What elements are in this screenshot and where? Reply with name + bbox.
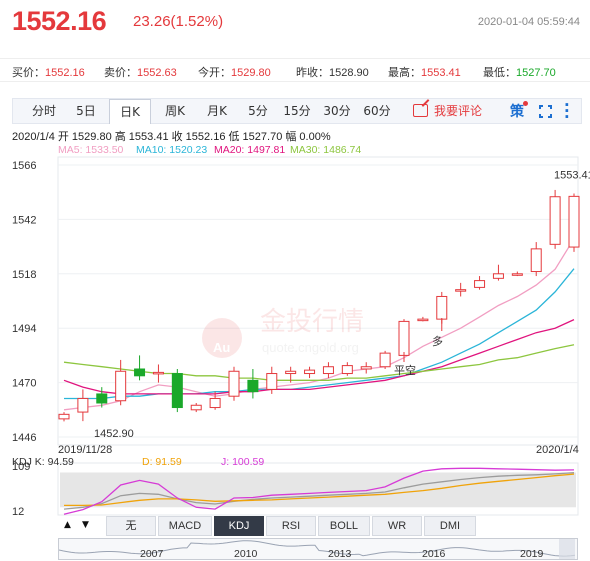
candle-up [436,295,448,320]
price-axis: 1566 1542 1518 1494 1470 1446 [12,160,36,444]
overview-year: 2007 [140,548,164,560]
indicator-tab-rsi[interactable]: RSI [266,516,316,536]
overview-year: 2010 [234,548,258,560]
candle-up [341,365,353,375]
candle-up [304,369,316,375]
watermark: Au 金投行情 quote.cngold.org [202,307,364,358]
candle-up [58,413,70,420]
y-tick-label: 1470 [12,378,36,390]
y-tick-label: 1446 [12,432,36,444]
candle-up [511,273,523,276]
candle-up [492,273,504,279]
candle-up [190,404,202,411]
indicator-tab-none[interactable]: 无 [106,516,156,536]
signal-close-short-label: 平空 [394,363,416,377]
candle-up [474,280,486,288]
candle-up [455,289,467,292]
max-price-label: 1553.41 [554,170,590,182]
plot-frame [57,156,579,446]
kdj-tick-label: 12 [12,506,24,518]
candle-up [549,196,561,245]
watermark-logo: Au [213,340,230,355]
candle-up [568,195,580,248]
overview-sparkline [58,539,576,559]
chart-grid [57,156,579,446]
candle-up [115,370,127,402]
indicator-tab-kdj[interactable]: KDJ [214,516,264,536]
range-overview[interactable] [58,538,578,560]
watermark-url: quote.cngold.org [262,340,359,355]
candle-up [228,370,240,397]
candle-up [77,397,89,413]
candle-down [134,368,146,377]
x-start-label: 2019/11/28 [58,444,112,456]
indicator-tab-macd[interactable]: MACD [158,516,212,536]
candle-up [379,352,391,368]
watermark-brand: 金投行情 [260,307,364,337]
candle-down [96,393,108,404]
kdj-k-label: KDJ K: 94.59 [12,456,74,468]
indicator-tabs: 无 MACD KDJ RSI BOLL WR DMI [58,516,588,536]
candle-up [417,318,429,322]
kdj-panel: 10912 [12,461,579,518]
y-tick-label: 1542 [12,214,36,226]
y-tick-label: 1518 [12,269,36,281]
candle-down [247,379,259,393]
overview-year: 2016 [422,548,446,560]
candle-up [266,373,278,390]
candle-up [322,366,334,375]
indicator-tab-wr[interactable]: WR [372,516,422,536]
candle-up [530,248,542,273]
kdj-band [60,472,576,508]
kdj-j-label: J: 100.59 [221,456,265,468]
x-end-label: 2020/1/4 [536,444,579,456]
kdj-d-label: D: 91.59 [142,456,182,468]
candle-up [360,366,372,370]
overview-year: 2013 [328,548,352,560]
candle-up [285,370,297,375]
range-selector-handle [559,539,575,559]
candle-up [209,397,221,409]
y-tick-label: 1494 [12,323,36,335]
candlestick-chart[interactable]: Au 金投行情 quote.cngold.org 1566 1542 1518 149… [0,0,590,561]
indicator-tab-boll[interactable]: BOLL [318,516,370,536]
candle-down [171,373,183,409]
indicator-tab-dmi[interactable]: DMI [424,516,476,536]
min-price-label: 1452.90 [94,428,134,440]
candle-up [398,320,410,356]
y-tick-label: 1566 [12,160,36,172]
signal-long-label: 多 [432,334,443,348]
overview-year: 2019 [520,548,544,560]
candle-up [152,371,164,375]
